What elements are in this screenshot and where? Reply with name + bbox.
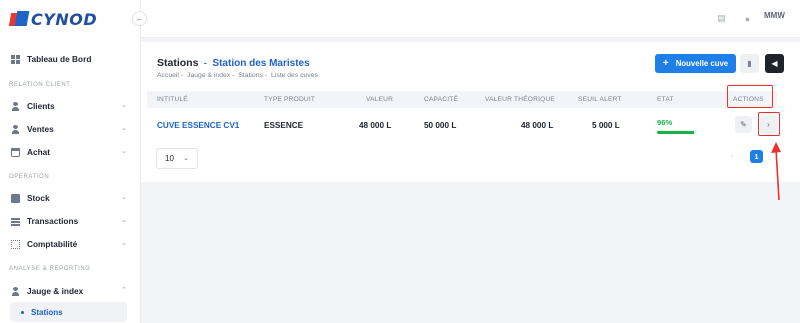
collapse-sidebar-button[interactable]: ← bbox=[132, 11, 147, 26]
export-button[interactable]: ▮ bbox=[740, 54, 759, 73]
page-subtitle: Station des Maristes bbox=[212, 58, 310, 69]
sidebar-item-jauge-index[interactable]: Jauge & index ⌃ bbox=[11, 281, 131, 301]
sales-icon bbox=[11, 124, 20, 134]
cell-valeur-theorique: 48 000 L bbox=[521, 121, 554, 130]
sidebar-item-label: Achat bbox=[27, 147, 51, 157]
state-percentage: 96% bbox=[657, 118, 673, 127]
breadcrumb-item: Liste des cuves bbox=[271, 72, 318, 79]
logo-text: CYNOD bbox=[31, 9, 98, 29]
title-separator: - bbox=[201, 58, 210, 68]
sidebar-item-clients[interactable]: Clients ⌄ bbox=[11, 96, 131, 116]
gauge-icon bbox=[11, 286, 20, 296]
cell-intitule-link[interactable]: CUVE ESSENCE CV1 bbox=[157, 121, 239, 130]
section-title-relation-client: RELATION CLIENT bbox=[9, 82, 71, 88]
sidebar-item-label: Clients bbox=[27, 101, 55, 111]
cell-capacite: 50 000 L bbox=[424, 121, 457, 130]
sidebar-item-label: Ventes bbox=[27, 124, 54, 134]
box-icon bbox=[11, 193, 20, 203]
column-header: TYPE PRODUIT bbox=[264, 96, 316, 103]
sidebar: CYNOD Tableau de Bord RELATION CLIENT Cl… bbox=[0, 0, 141, 323]
sidebar-item-label: Stock bbox=[27, 193, 50, 203]
chevron-down-icon: ⌄ bbox=[121, 217, 127, 224]
top-bar bbox=[141, 0, 800, 38]
cell-type-produit: ESSENCE bbox=[264, 121, 304, 130]
annotation-highlight-details-button bbox=[758, 112, 780, 136]
chevron-down-icon: ⌄ bbox=[121, 148, 127, 155]
column-header: VALEUR bbox=[366, 96, 394, 103]
message-icon[interactable]: ▤ bbox=[716, 13, 727, 24]
chevron-down-icon: ⌄ bbox=[121, 194, 127, 201]
user-avatar[interactable]: MMW bbox=[764, 11, 785, 20]
back-button[interactable]: ◀ bbox=[765, 54, 784, 73]
column-header: VALEUR THÉORIQUE bbox=[485, 96, 556, 103]
current-page-button[interactable]: 1 bbox=[750, 150, 763, 163]
sidebar-item-label: Transactions bbox=[27, 216, 79, 226]
sidebar-item-achat[interactable]: Achat ⌄ bbox=[11, 142, 131, 162]
calculator-icon bbox=[11, 239, 20, 249]
breadcrumb-item[interactable]: Accueil bbox=[157, 72, 179, 79]
annotation-arrow-icon bbox=[771, 142, 781, 201]
page-title: Stations - Station des Maristes bbox=[157, 57, 310, 69]
sidebar-item-label: Jauge & index bbox=[27, 286, 84, 296]
sidebar-item-dashboard[interactable]: Tableau de Bord bbox=[11, 49, 131, 69]
chevron-up-icon: ⌃ bbox=[121, 287, 127, 294]
column-header: CAPACITÉ bbox=[424, 96, 459, 103]
stations-card: Stations - Station des Maristes Accueil -… bbox=[141, 42, 800, 182]
active-dot-icon bbox=[21, 310, 24, 314]
sidebar-item-transactions[interactable]: Transactions ⌄ bbox=[11, 211, 131, 231]
breadcrumb-separator: - bbox=[264, 72, 268, 79]
sidebar-item-label: Tableau de Bord bbox=[27, 54, 92, 64]
breadcrumb-item[interactable]: Stations bbox=[238, 72, 263, 79]
page-size-value: 10 bbox=[165, 154, 174, 163]
sidebar-item-stock[interactable]: Stock ⌄ bbox=[11, 188, 131, 208]
layers-icon bbox=[11, 216, 20, 226]
sidebar-subitem-stations[interactable]: Stations bbox=[10, 302, 127, 322]
page-title-text: Stations bbox=[157, 57, 199, 69]
pencil-icon: ✎ bbox=[740, 120, 747, 129]
table-header: INTITULÉ TYPE PRODUIT VALEUR CAPACITÉ VA… bbox=[147, 91, 777, 108]
chevron-down-icon: ⌄ bbox=[121, 240, 127, 247]
logo-icon bbox=[8, 11, 30, 27]
chevron-down-icon: ⌄ bbox=[121, 125, 127, 132]
breadcrumb-item[interactable]: Jauge & index bbox=[187, 72, 230, 79]
person-icon bbox=[11, 101, 20, 111]
basket-icon bbox=[11, 147, 20, 157]
sidebar-subitem-label: Stations bbox=[31, 307, 63, 317]
new-tank-button-label: Nouvelle cuve bbox=[675, 59, 729, 68]
chevron-left-icon: ◀ bbox=[771, 59, 778, 68]
section-title-analyse-reporting: ANALYSE & REPORTING bbox=[9, 266, 91, 272]
state-progress-fill bbox=[657, 131, 695, 134]
edit-button[interactable]: ✎ bbox=[735, 116, 752, 133]
annotation-highlight-actions-header bbox=[727, 85, 773, 108]
app-logo[interactable]: CYNOD bbox=[8, 8, 98, 30]
chevron-down-icon: ⌄ bbox=[183, 155, 189, 162]
column-header: INTITULÉ bbox=[157, 96, 188, 103]
plus-icon: + bbox=[662, 58, 669, 69]
chevron-down-icon: ⌄ bbox=[121, 102, 127, 109]
document-icon: ▮ bbox=[747, 59, 752, 68]
new-tank-button[interactable]: + Nouvelle cuve bbox=[655, 54, 736, 73]
breadcrumb-separator: - bbox=[180, 72, 184, 79]
state-progress-bar bbox=[657, 131, 696, 134]
breadcrumb-separator: - bbox=[232, 72, 235, 79]
breadcrumb: Accueil - Jauge & index - Stations - Liste … bbox=[157, 72, 320, 79]
cell-seuil-alert: 5 000 L bbox=[592, 121, 620, 130]
cell-valeur: 48 000 L bbox=[359, 121, 392, 130]
sidebar-item-comptabilite[interactable]: Comptabilité ⌄ bbox=[11, 234, 131, 254]
column-header: SEUIL ALERT bbox=[578, 96, 622, 103]
previous-page-icon[interactable]: ‹ bbox=[731, 153, 733, 160]
table-row: CUVE ESSENCE CV1 ESSENCE 48 000 L 50 000… bbox=[147, 112, 777, 138]
column-header: ETAT bbox=[657, 96, 674, 103]
sidebar-item-label: Comptabilité bbox=[27, 239, 78, 249]
section-title-operation: OPERATION bbox=[9, 174, 50, 180]
dashboard-icon bbox=[11, 54, 20, 64]
sidebar-item-ventes[interactable]: Ventes ⌄ bbox=[11, 119, 131, 139]
page-size-select[interactable]: 10 ⌄ bbox=[156, 148, 198, 169]
notification-icon[interactable]: ● bbox=[742, 13, 753, 24]
